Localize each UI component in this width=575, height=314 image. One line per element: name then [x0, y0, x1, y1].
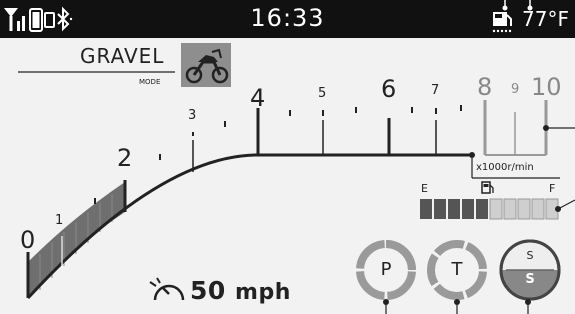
tach-label-9: 9 — [511, 82, 520, 97]
tach-label-1: 1 — [55, 213, 64, 228]
fuel-full-label: F — [549, 182, 556, 195]
speed-unit: mph — [235, 280, 291, 305]
tach-label-0: 0 — [20, 226, 36, 254]
power-mode-letter: P — [380, 259, 392, 280]
fuel-gauge — [420, 198, 559, 220]
speed-readout: 50 mph — [190, 276, 291, 305]
tach-label-8: 8 — [477, 73, 493, 101]
tach-label-3: 3 — [188, 108, 197, 123]
tach-label-4: 4 — [250, 84, 266, 112]
callout-dot — [469, 152, 475, 158]
suspension-top-letter: S — [526, 249, 534, 262]
speedometer-icon — [149, 277, 185, 301]
tach-label-2: 2 — [117, 144, 133, 172]
tach-label-6: 6 — [381, 75, 397, 103]
tach-label-10: 10 — [531, 73, 562, 101]
suspension-bottom-letter: S — [525, 272, 535, 287]
riding-mode-name: GRAVEL — [80, 44, 165, 68]
dashboard-screen: 16:33 77°F GRAVEL MODE 0 1 2 3 4 5 6 7 8… — [0, 0, 575, 314]
riding-mode-sublabel: MODE — [139, 78, 161, 86]
tach-unit-label: x1000r/min — [476, 162, 534, 173]
motorcycle-icon — [181, 43, 231, 87]
speed-value: 50 — [190, 276, 226, 305]
tach-label-5: 5 — [318, 86, 327, 101]
fuel-pump-icon — [481, 181, 494, 194]
tach-label-7: 7 — [431, 83, 440, 98]
fuel-empty-label: E — [421, 182, 428, 195]
traction-control-letter: T — [451, 259, 463, 280]
